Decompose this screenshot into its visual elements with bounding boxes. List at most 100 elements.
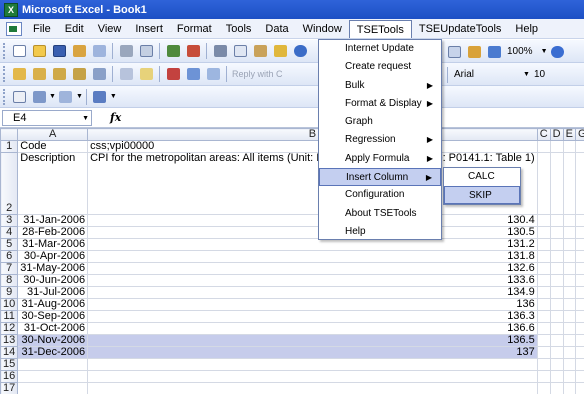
row-header[interactable]: 4 <box>0 226 19 239</box>
cell[interactable] <box>536 262 551 275</box>
row-header[interactable]: 13 <box>0 334 19 347</box>
cell[interactable] <box>562 214 576 227</box>
save-icon[interactable] <box>50 43 68 60</box>
toolbar-grip[interactable] <box>3 43 6 59</box>
row-header[interactable]: 5 <box>0 238 19 251</box>
toolbar-grip[interactable] <box>3 88 6 105</box>
column-header-d[interactable]: D <box>549 128 564 141</box>
cell[interactable] <box>536 152 551 215</box>
value-cell[interactable]: 136.5 <box>87 334 538 347</box>
column-header-b[interactable]: B <box>87 128 538 141</box>
cell[interactable] <box>536 250 551 263</box>
cell[interactable] <box>562 358 576 371</box>
comment-icon[interactable] <box>137 66 155 83</box>
sort-icon[interactable] <box>445 43 463 60</box>
name-box[interactable]: E4 <box>2 109 92 126</box>
date-cell[interactable]: 31-Oct-2006 <box>17 322 89 335</box>
menu-regression[interactable]: Regression ▶ <box>319 131 441 149</box>
value-cell[interactable]: 134.9 <box>87 286 538 299</box>
value-cell[interactable]: 136.6 <box>87 322 538 335</box>
cell[interactable] <box>549 274 564 287</box>
new-icon[interactable] <box>10 43 28 60</box>
permission-icon[interactable] <box>70 43 88 60</box>
date-cell[interactable]: 30-Sep-2006 <box>17 310 89 323</box>
value-cell[interactable]: 131.8 <box>87 250 538 263</box>
cell[interactable] <box>549 298 564 311</box>
protect-icon[interactable] <box>164 66 182 83</box>
cell[interactable] <box>562 262 576 275</box>
chevron-down-icon[interactable]: ▼ <box>110 93 117 100</box>
value-cell[interactable]: 132.6 <box>87 262 538 275</box>
cell[interactable] <box>536 238 551 251</box>
date-cell[interactable]: 30-Nov-2006 <box>17 334 89 347</box>
chevron-down-icon[interactable]: ▼ <box>76 93 83 100</box>
date-cell[interactable]: 31-Aug-2006 <box>17 298 89 311</box>
cell[interactable] <box>574 346 584 359</box>
cell[interactable] <box>574 140 584 153</box>
cell[interactable] <box>549 346 564 359</box>
toolbar-grip[interactable] <box>3 66 6 82</box>
date-cell[interactable]: 31-Dec-2006 <box>17 346 89 359</box>
row-header[interactable]: 9 <box>0 286 19 299</box>
column-header-c[interactable]: C <box>536 128 551 141</box>
menu-data[interactable]: Data <box>258 20 295 38</box>
menu-about-tsetools[interactable]: About TSETools <box>319 205 441 223</box>
cell[interactable] <box>562 370 576 383</box>
cell[interactable] <box>562 152 576 215</box>
cell[interactable] <box>17 358 89 371</box>
print-icon[interactable] <box>117 43 135 60</box>
menu-window[interactable]: Window <box>296 20 349 38</box>
date-cell[interactable]: 30-Apr-2006 <box>17 250 89 263</box>
menu-edit[interactable]: Edit <box>58 20 91 38</box>
cell[interactable] <box>549 358 564 371</box>
value-cell[interactable]: 130.5 <box>87 226 538 239</box>
cell-b1[interactable]: css;vpi00000 <box>87 140 538 153</box>
cell-a1[interactable]: Code <box>17 140 89 153</box>
cell[interactable] <box>549 140 564 153</box>
cell[interactable] <box>562 334 576 347</box>
cell[interactable] <box>549 370 564 383</box>
date-cell[interactable]: 31-Mar-2006 <box>17 238 89 251</box>
cell[interactable] <box>574 214 584 227</box>
excel-app-icon[interactable]: X <box>4 2 18 17</box>
cell[interactable] <box>562 274 576 287</box>
date-cell[interactable]: 31-May-2006 <box>17 262 89 275</box>
menu-internet-update[interactable]: Internet Update <box>319 40 441 58</box>
column-header-e[interactable]: E <box>562 128 576 141</box>
menu-help[interactable]: Help <box>508 20 545 38</box>
menu-configuration[interactable]: Configuration <box>319 186 441 204</box>
cell[interactable] <box>549 322 564 335</box>
value-cell[interactable]: 130.4 <box>87 214 538 227</box>
cell[interactable] <box>574 250 584 263</box>
cell-a2[interactable]: Description <box>17 152 89 215</box>
copy-icon[interactable] <box>231 43 249 60</box>
spelling-icon[interactable] <box>164 43 182 60</box>
chevron-down-icon[interactable]: ▼ <box>523 71 530 78</box>
folder-icon[interactable] <box>70 66 88 83</box>
table-icon[interactable] <box>57 88 75 105</box>
row-header[interactable]: 1 <box>0 140 19 153</box>
menu-apply-formula[interactable]: Apply Formula ▶ <box>319 150 441 168</box>
date-cell[interactable]: 31-Jul-2006 <box>17 286 89 299</box>
menu-tseupdatetools[interactable]: TSEUpdateTools <box>412 20 509 38</box>
cell[interactable] <box>549 262 564 275</box>
cell[interactable] <box>549 310 564 323</box>
select-all-corner[interactable] <box>0 128 19 141</box>
row-header[interactable]: 11 <box>0 310 19 323</box>
font-size-box[interactable]: 10 <box>534 69 545 80</box>
email-icon[interactable] <box>90 43 108 60</box>
date-cell[interactable]: 31-Jan-2006 <box>17 214 89 227</box>
paste-icon[interactable] <box>251 43 269 60</box>
cell[interactable] <box>574 358 584 371</box>
workbook-icon[interactable] <box>6 21 22 36</box>
submenu-skip[interactable]: SKIP <box>444 186 520 204</box>
cell[interactable] <box>536 310 551 323</box>
menu-format[interactable]: Format <box>170 20 219 38</box>
cell[interactable] <box>536 346 551 359</box>
chart-wizard-icon[interactable] <box>465 43 483 60</box>
column-header-a[interactable]: A <box>17 128 89 141</box>
cell[interactable] <box>574 298 584 311</box>
date-cell[interactable]: 30-Jun-2006 <box>17 274 89 287</box>
chart-icon[interactable] <box>30 88 48 105</box>
cell[interactable] <box>536 358 551 371</box>
